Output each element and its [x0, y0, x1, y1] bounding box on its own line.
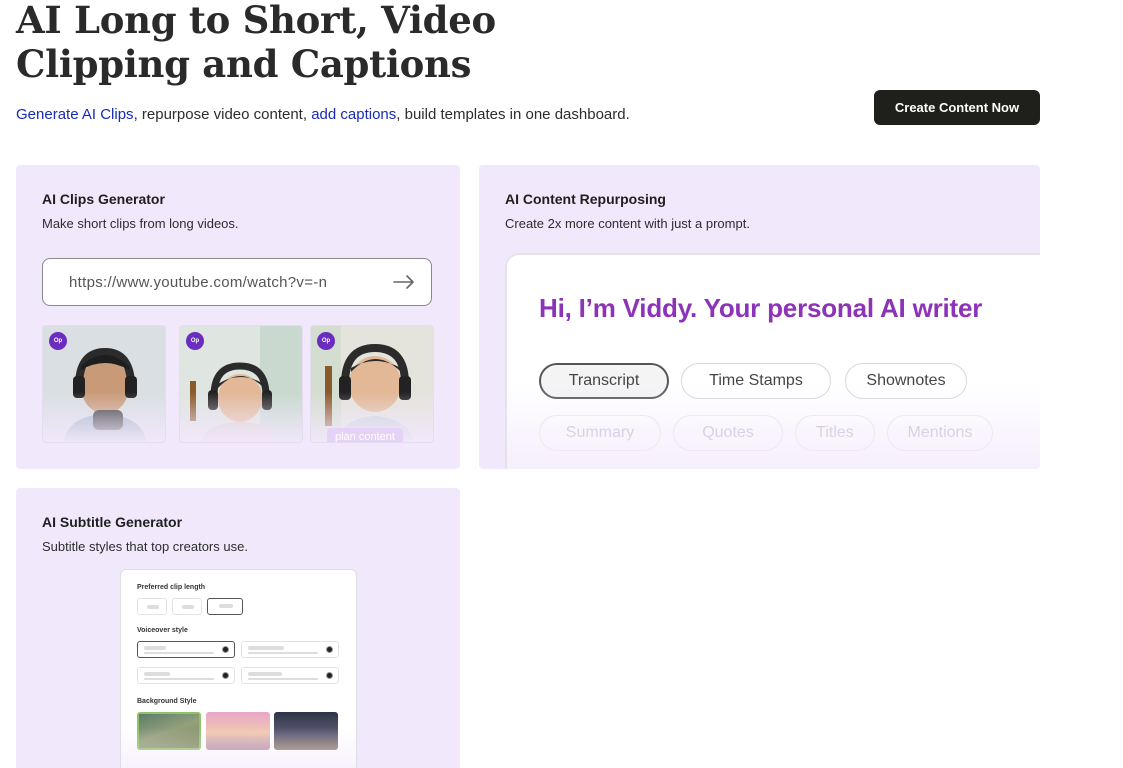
page-title-line2: Clipping and Captions — [16, 42, 472, 86]
arrow-right-icon[interactable] — [393, 275, 415, 289]
voiceover-style-label: Voiceover style — [137, 627, 188, 634]
card-title: AI Clips Generator — [42, 191, 165, 207]
voiceover-option-4[interactable] — [241, 667, 339, 684]
clip-length-option-2[interactable] — [172, 598, 202, 615]
chip-shownotes[interactable]: Shownotes — [845, 363, 967, 399]
page-title-line1: AI Long to Short, Video — [16, 0, 496, 42]
opus-badge-icon: Op — [317, 332, 335, 350]
card-title: AI Content Repurposing — [505, 191, 666, 207]
subtitle-settings-panel: Preferred clip length Voiceover style Ba… — [120, 569, 357, 768]
voiceover-option-3[interactable] — [137, 667, 235, 684]
card-description: Subtitle styles that top creators use. — [42, 539, 248, 554]
add-captions-link[interactable]: add captions — [311, 106, 396, 123]
ai-subtitle-generator-card[interactable]: AI Subtitle Generator Subtitle styles th… — [16, 488, 460, 768]
page-title: AI Long to Short, Video Clipping and Cap… — [16, 0, 536, 86]
clip-length-option-3[interactable] — [207, 598, 243, 615]
preferred-clip-length-label: Preferred clip length — [137, 584, 206, 591]
clip-length-option-1[interactable] — [137, 598, 167, 615]
voiceover-option-1[interactable] — [137, 641, 235, 658]
chip-titles[interactable]: Titles — [795, 415, 875, 451]
card-title: AI Subtitle Generator — [42, 514, 183, 530]
viddy-writer-panel: Hi, I’m Viddy. Your personal AI writer T… — [505, 253, 1040, 469]
generate-ai-clips-link[interactable]: Generate AI Clips — [16, 106, 134, 123]
clip-thumbnail-3[interactable]: Op plan content — [310, 325, 434, 443]
ai-content-repurposing-card[interactable]: AI Content Repurposing Create 2x more co… — [479, 165, 1040, 469]
chip-summary[interactable]: Summary — [539, 415, 661, 451]
viddy-heading: Hi, I’m Viddy. Your personal AI writer — [539, 293, 983, 323]
clip-thumbnail-2[interactable]: Op — [179, 325, 303, 443]
chip-mentions[interactable]: Mentions — [887, 415, 993, 451]
hero-subtitle: Generate AI Clips, repurpose video conte… — [16, 106, 630, 123]
card-description: Make short clips from long videos. — [42, 216, 239, 231]
subtitle-text-2: , build templates in one dashboard. — [396, 106, 630, 123]
voiceover-option-2[interactable] — [241, 641, 339, 658]
card-description: Create 2x more content with just a promp… — [505, 216, 750, 231]
video-url-value: https://www.youtube.com/watch?v=-n — [69, 273, 328, 291]
ai-clips-generator-card[interactable]: AI Clips Generator Make short clips from… — [16, 165, 460, 469]
opus-badge-icon: Op — [186, 332, 204, 350]
create-content-button[interactable]: Create Content Now — [874, 90, 1040, 125]
chip-transcript[interactable]: Transcript — [539, 363, 669, 399]
caption-tag: plan content — [327, 428, 403, 442]
chip-quotes[interactable]: Quotes — [673, 415, 783, 451]
background-style-label: Background Style — [137, 698, 197, 705]
opus-badge-icon: Op — [49, 332, 67, 350]
video-url-input[interactable]: https://www.youtube.com/watch?v=-n — [42, 258, 432, 306]
subtitle-text-1: , repurpose video content, — [133, 106, 312, 123]
chip-time-stamps[interactable]: Time Stamps — [681, 363, 831, 399]
clip-thumbnail-1[interactable]: Op — [42, 325, 166, 443]
